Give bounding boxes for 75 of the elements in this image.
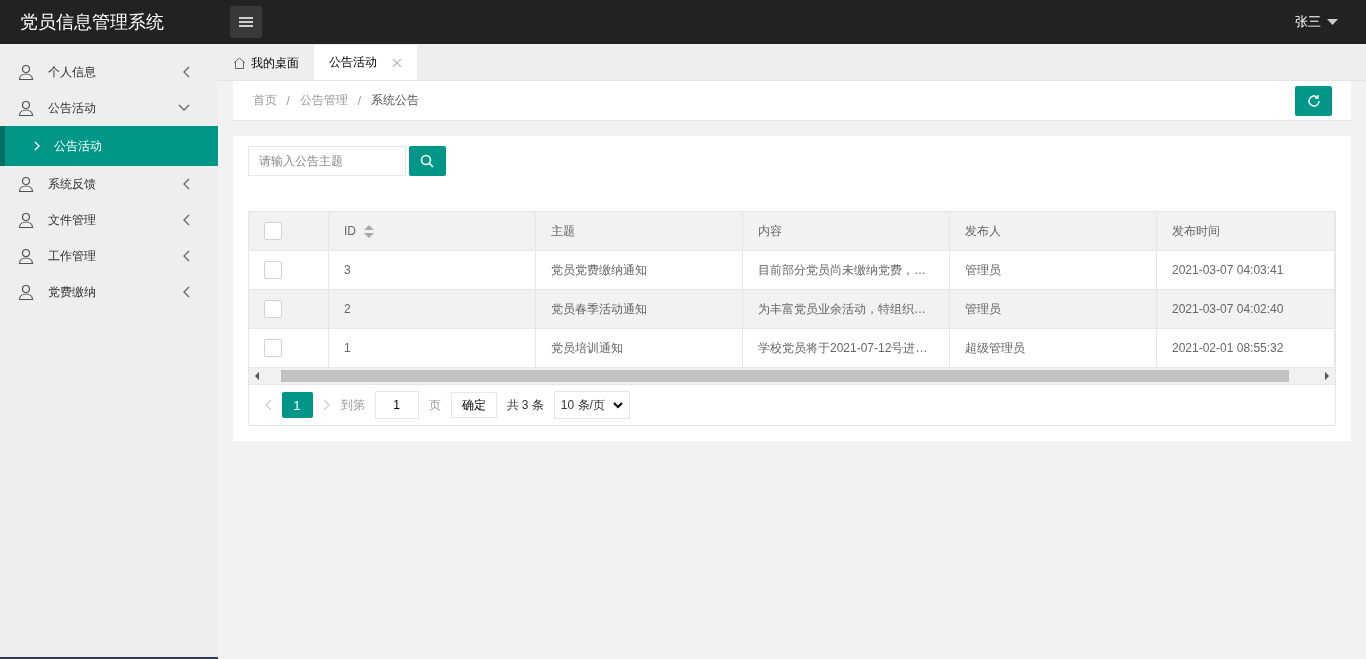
- sidebar-item[interactable]: 党费缴纳: [0, 274, 218, 310]
- chevron-right-icon: [34, 141, 40, 151]
- sort-icon[interactable]: [364, 224, 374, 238]
- table-cell: 超级管理员: [949, 328, 1157, 368]
- chevron-left-icon: [181, 250, 190, 262]
- user-menu[interactable]: 张三: [1289, 12, 1344, 32]
- page-input[interactable]: 1: [374, 391, 419, 419]
- chevron-left-icon: [181, 214, 190, 226]
- table-cell: 3: [328, 250, 536, 290]
- breadcrumb-item[interactable]: 系统公告: [371, 92, 420, 109]
- table-cell: 管理员: [949, 250, 1157, 290]
- breadcrumb-separator: /: [357, 93, 362, 108]
- checkbox[interactable]: [263, 222, 282, 240]
- checkbox[interactable]: [263, 339, 282, 357]
- goto-label: 到第: [340, 396, 365, 414]
- tab[interactable]: 我的桌面: [217, 46, 314, 80]
- table-cell: 2021-02-01 08:55:32: [1156, 328, 1335, 368]
- home-icon: [232, 57, 246, 69]
- horizontal-scrollbar[interactable]: [248, 368, 1335, 385]
- person-icon: [18, 64, 34, 80]
- menu-icon: [239, 17, 253, 27]
- sidebar-item[interactable]: 工作管理: [0, 238, 218, 274]
- table-cell: 2021-03-07 04:02:40: [1156, 289, 1335, 329]
- scroll-right-icon[interactable]: [1325, 372, 1329, 380]
- checkbox[interactable]: [263, 300, 282, 318]
- search-icon: [420, 154, 434, 168]
- page-size-select[interactable]: 10 条/页: [553, 391, 630, 419]
- table-cell: 党员培训通知: [535, 328, 743, 368]
- prev-page-icon[interactable]: [263, 399, 272, 411]
- table-cell: 1: [328, 328, 536, 368]
- table-cell: 党员春季活动通知: [535, 289, 743, 329]
- person-icon: [18, 176, 34, 192]
- person-icon: [18, 212, 34, 228]
- chevron-left-icon: [181, 286, 190, 298]
- table-cell: 党员党费缴纳通知: [535, 250, 743, 290]
- column-header: 发布人: [949, 212, 1157, 251]
- page-button[interactable]: 1: [281, 392, 313, 418]
- chevron-left-icon: [181, 66, 190, 78]
- table-cell: 2: [328, 289, 536, 329]
- table-cell: 学校党员将于2021-07-12号进…: [742, 328, 950, 368]
- chevron-left-icon: [181, 178, 190, 190]
- sidebar-item[interactable]: 个人信息: [0, 54, 218, 90]
- person-icon: [18, 248, 34, 264]
- page-unit: 页: [428, 396, 441, 414]
- tab[interactable]: 公告活动: [313, 45, 417, 80]
- caret-icon: [1327, 19, 1338, 25]
- column-header: 发布时间: [1156, 212, 1335, 251]
- breadcrumb-separator: /: [286, 93, 290, 108]
- total-count: 共 3 条: [506, 396, 544, 414]
- chevron-down-icon: [177, 104, 190, 112]
- sidebar-item[interactable]: 文件管理: [0, 202, 218, 238]
- checkbox[interactable]: [263, 261, 282, 279]
- table-cell: 为丰富党员业余活动，特组织…: [742, 289, 950, 329]
- column-header[interactable]: ID: [344, 224, 356, 238]
- column-header: 主题: [535, 212, 743, 251]
- menu-button[interactable]: [230, 6, 262, 38]
- sidebar-item[interactable]: 公告活动: [0, 90, 218, 126]
- table-cell: 管理员: [949, 289, 1157, 329]
- close-icon[interactable]: [391, 57, 402, 68]
- column-header: 内容: [742, 212, 950, 251]
- confirm-button[interactable]: 确定: [450, 392, 497, 418]
- table-cell: 目前部分党员尚未缴纳党费，…: [742, 250, 950, 290]
- search-button[interactable]: [408, 146, 446, 176]
- sidebar-item[interactable]: 系统反馈: [0, 166, 218, 202]
- sidebar-subitem[interactable]: 公告活动: [0, 126, 218, 166]
- table-cell: 2021-03-07 04:03:41: [1156, 250, 1335, 290]
- person-icon: [18, 100, 34, 116]
- next-page-icon[interactable]: [322, 399, 331, 411]
- person-icon: [18, 284, 34, 300]
- scroll-left-icon[interactable]: [254, 372, 259, 380]
- refresh-button[interactable]: [1295, 85, 1332, 116]
- refresh-icon: [1306, 93, 1321, 108]
- chevron-down-icon: [612, 401, 623, 409]
- search-field[interactable]: 请输入公告主题: [247, 146, 406, 176]
- app-title: 党员信息管理系统: [19, 11, 165, 34]
